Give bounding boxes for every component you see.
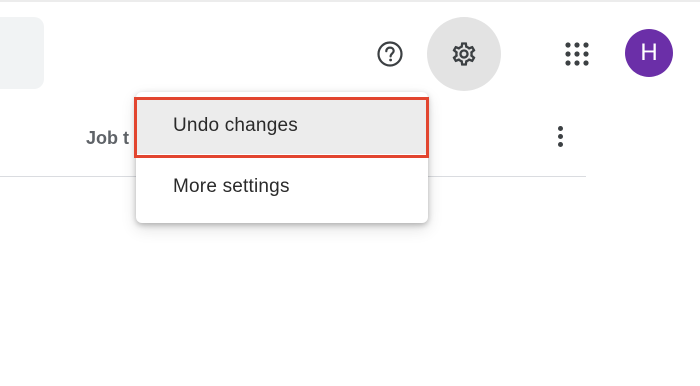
apps-grid-icon	[565, 42, 589, 66]
search-bar[interactable]	[0, 17, 44, 89]
column-header-job-title[interactable]: Job t	[86, 128, 129, 149]
more-vert-icon[interactable]	[544, 118, 576, 154]
gear-icon	[452, 42, 476, 66]
help-button[interactable]	[368, 32, 412, 76]
top-divider	[0, 0, 700, 2]
settings-button[interactable]	[427, 17, 501, 91]
menu-item-more-settings[interactable]: More settings	[136, 159, 428, 215]
settings-menu: Undo changes More settings	[136, 92, 428, 223]
help-circle-icon	[377, 41, 403, 67]
more-vert-dot	[557, 141, 563, 147]
account-avatar[interactable]: H	[625, 29, 673, 77]
more-vert-dot	[557, 133, 563, 139]
menu-item-undo-changes[interactable]: Undo changes	[136, 98, 428, 154]
apps-button[interactable]	[553, 30, 601, 78]
more-vert-dot	[557, 125, 563, 131]
